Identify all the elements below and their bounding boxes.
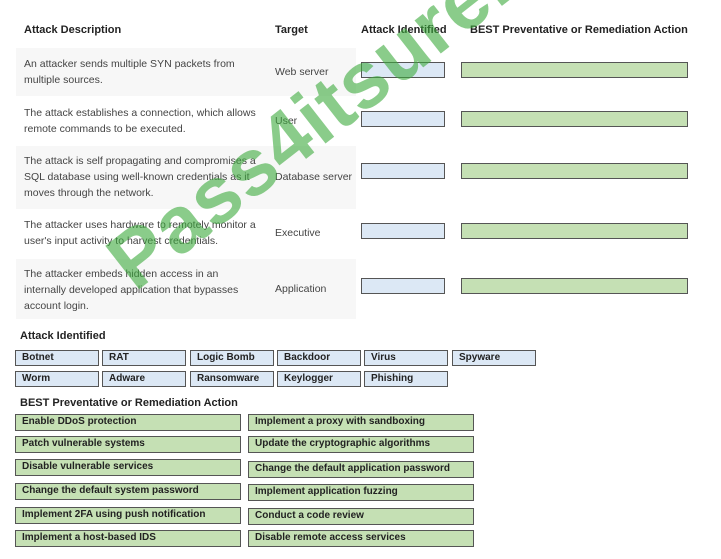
attack-option-backdoor[interactable]: Backdoor: [277, 350, 361, 366]
header-target: Target: [275, 24, 308, 36]
action-option-enable-ddos-protection[interactable]: Enable DDoS protection: [15, 414, 241, 431]
row-target: Database server: [275, 171, 353, 183]
attack-option-botnet[interactable]: Botnet: [15, 350, 99, 366]
attack-drop-zone[interactable]: [361, 278, 445, 294]
action-option-patch-vulnerable-systems[interactable]: Patch vulnerable systems: [15, 436, 241, 453]
action-option-implement-proxy-sandboxing[interactable]: Implement a proxy with sandboxing: [248, 414, 474, 431]
row-target: Executive: [275, 227, 321, 239]
attack-drop-zone[interactable]: [361, 62, 445, 78]
attack-drop-zone[interactable]: [361, 163, 445, 179]
row-description: An attacker sends multiple SYN packets f…: [24, 58, 235, 86]
attack-option-worm[interactable]: Worm: [15, 371, 99, 387]
action-palette-title: BEST Preventative or Remediation Action: [20, 397, 238, 409]
action-option-disable-vulnerable-services[interactable]: Disable vulnerable services: [15, 459, 241, 476]
attack-option-spyware[interactable]: Spyware: [452, 350, 536, 366]
action-drop-zone[interactable]: [461, 278, 688, 294]
action-drop-zone[interactable]: [461, 62, 688, 78]
attack-option-logic-bomb[interactable]: Logic Bomb: [190, 350, 274, 366]
header-attack-description: Attack Description: [24, 24, 122, 36]
header-attack-identified: Attack Identified: [361, 24, 447, 36]
action-drop-zone[interactable]: [461, 223, 688, 239]
action-drop-zone[interactable]: [461, 163, 688, 179]
row-description: The attack is self propagating and compr…: [24, 155, 256, 199]
action-option-implement-hids[interactable]: Implement a host-based IDS: [15, 530, 241, 547]
action-drop-zone[interactable]: [461, 111, 688, 127]
attack-palette-title: Attack Identified: [20, 330, 106, 342]
header-action: BEST Preventative or Remediation Action: [470, 24, 688, 36]
action-option-implement-2fa-push[interactable]: Implement 2FA using push notification: [15, 507, 241, 524]
action-option-disable-remote-access[interactable]: Disable remote access services: [248, 530, 474, 547]
row-description: The attack establishes a connection, whi…: [24, 107, 256, 135]
attack-drop-zone[interactable]: [361, 223, 445, 239]
attack-option-ransomware[interactable]: Ransomware: [190, 371, 274, 387]
attack-option-rat[interactable]: RAT: [102, 350, 186, 366]
attack-option-phishing[interactable]: Phishing: [364, 371, 448, 387]
action-option-change-default-system-password[interactable]: Change the default system password: [15, 483, 241, 500]
row-target: Application: [275, 283, 327, 295]
row-description: The attacker embeds hidden access in an …: [24, 268, 239, 312]
row-description: The attacker uses hardware to remotely m…: [24, 219, 256, 247]
attack-drop-zone[interactable]: [361, 111, 445, 127]
action-option-conduct-code-review[interactable]: Conduct a code review: [248, 508, 474, 525]
attack-option-keylogger[interactable]: Keylogger: [277, 371, 361, 387]
action-option-implement-app-fuzzing[interactable]: Implement application fuzzing: [248, 484, 474, 501]
action-option-update-crypto-algorithms[interactable]: Update the cryptographic algorithms: [248, 436, 474, 453]
row-target: User: [275, 115, 298, 127]
row-target: Web server: [275, 66, 329, 78]
action-option-change-default-app-password[interactable]: Change the default application password: [248, 461, 474, 478]
attack-option-virus[interactable]: Virus: [364, 350, 448, 366]
attack-option-adware[interactable]: Adware: [102, 371, 186, 387]
